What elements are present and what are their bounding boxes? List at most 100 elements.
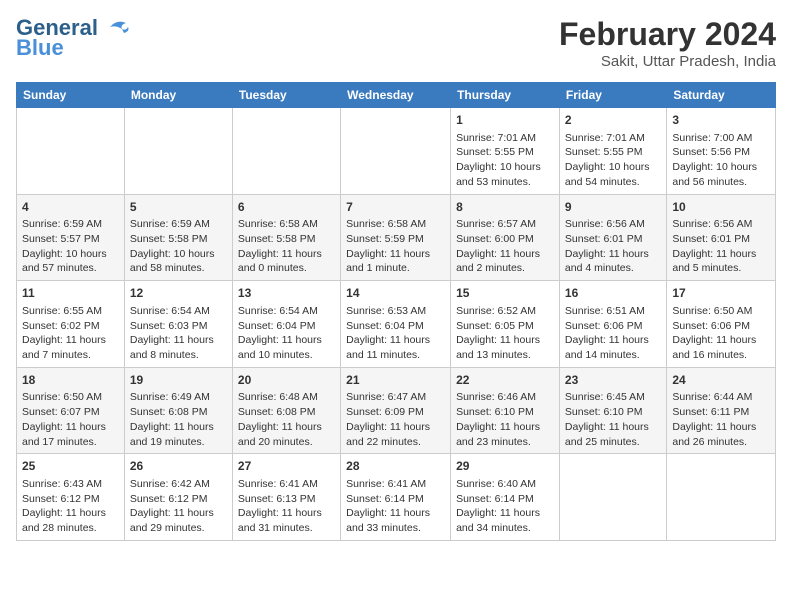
weekday-header-monday: Monday <box>124 83 232 108</box>
calendar-cell: 4Sunrise: 6:59 AMSunset: 5:57 PMDaylight… <box>17 194 125 281</box>
weekday-header-friday: Friday <box>559 83 666 108</box>
day-number: 4 <box>22 199 119 216</box>
weekday-header-saturday: Saturday <box>667 83 776 108</box>
calendar-cell: 5Sunrise: 6:59 AMSunset: 5:58 PMDaylight… <box>124 194 232 281</box>
calendar-cell: 13 Sunrise: 6:54 AMSunset: 6:04 PMDayligh… <box>232 281 340 368</box>
calendar-cell: 27 Sunrise: 6:41 AMSunset: 6:13 PMDayligh… <box>232 454 340 541</box>
cell-sun-info: Sunrise: 6:42 AMSunset: 6:12 PMDaylight:… <box>130 477 227 536</box>
cell-sun-info: Sunrise: 6:54 AMSunset: 6:03 PMDaylight:… <box>130 304 227 363</box>
cell-sun-info: Sunrise: 6:54 AMSunset: 6:04 PMDaylight:… <box>238 304 335 363</box>
calendar-cell: 24Sunrise: 6:44 AMSunset: 6:11 PMDayligh… <box>667 367 776 454</box>
day-number: 9 <box>565 199 661 216</box>
calendar-week-row: 4Sunrise: 6:59 AMSunset: 5:57 PMDaylight… <box>17 194 776 281</box>
calendar-cell: 17 Sunrise: 6:50 AMSunset: 6:06 PMDayligh… <box>667 281 776 368</box>
calendar-cell: 18Sunrise: 6:50 AMSunset: 6:07 PMDayligh… <box>17 367 125 454</box>
day-number: 20 <box>238 372 335 389</box>
cell-sun-info: Sunrise: 6:50 AMSunset: 6:07 PMDaylight:… <box>22 390 119 449</box>
day-number: 24 <box>672 372 770 389</box>
cell-sun-info: Sunrise: 6:57 AMSunset: 6:00 PMDaylight:… <box>456 217 554 276</box>
weekday-header-wednesday: Wednesday <box>341 83 451 108</box>
page-header: General Blue February 2024 Sakit, Uttar … <box>16 16 776 70</box>
day-number: 19 <box>130 372 227 389</box>
calendar-week-row: 1Sunrise: 7:01 AMSunset: 5:55 PMDaylight… <box>17 108 776 195</box>
calendar-cell: 12Sunrise: 6:54 AMSunset: 6:03 PMDayligh… <box>124 281 232 368</box>
calendar-cell: 21Sunrise: 6:47 AMSunset: 6:09 PMDayligh… <box>341 367 451 454</box>
day-number: 15 <box>456 285 554 302</box>
day-number: 22 <box>456 372 554 389</box>
day-number: 29 <box>456 458 554 475</box>
cell-sun-info: Sunrise: 6:56 AMSunset: 6:01 PMDaylight:… <box>672 217 770 276</box>
calendar-week-row: 25 Sunrise: 6:43 AMSunset: 6:12 PMDayligh… <box>17 454 776 541</box>
calendar-cell: 26 Sunrise: 6:42 AMSunset: 6:12 PMDayligh… <box>124 454 232 541</box>
day-number: 8 <box>456 199 554 216</box>
calendar-cell: 2Sunrise: 7:01 AMSunset: 5:55 PMDaylight… <box>559 108 666 195</box>
cell-sun-info: Sunrise: 6:53 AMSunset: 6:04 PMDaylight:… <box>346 304 445 363</box>
cell-sun-info: Sunrise: 6:46 AMSunset: 6:10 PMDaylight:… <box>456 390 554 449</box>
calendar-cell: 11 Sunrise: 6:55 AMSunset: 6:02 PMDayligh… <box>17 281 125 368</box>
day-number: 25 <box>22 458 119 475</box>
cell-sun-info: Sunrise: 6:47 AMSunset: 6:09 PMDaylight:… <box>346 390 445 449</box>
day-number: 14 <box>346 285 445 302</box>
cell-sun-info: Sunrise: 6:58 AMSunset: 5:58 PMDaylight:… <box>238 217 335 276</box>
day-number: 3 <box>672 112 770 129</box>
calendar-cell <box>559 454 666 541</box>
day-number: 27 <box>238 458 335 475</box>
cell-sun-info: Sunrise: 6:58 AMSunset: 5:59 PMDaylight:… <box>346 217 445 276</box>
day-number: 23 <box>565 372 661 389</box>
title-area: February 2024 Sakit, Uttar Pradesh, Indi… <box>559 16 776 70</box>
day-number: 18 <box>22 372 119 389</box>
month-title: February 2024 <box>559 16 776 53</box>
weekday-header-sunday: Sunday <box>17 83 125 108</box>
calendar-cell: 7Sunrise: 6:58 AMSunset: 5:59 PMDaylight… <box>341 194 451 281</box>
cell-sun-info: Sunrise: 6:43 AMSunset: 6:12 PMDaylight:… <box>22 477 119 536</box>
location-subtitle: Sakit, Uttar Pradesh, India <box>559 53 776 70</box>
day-number: 11 <box>22 285 119 302</box>
day-number: 6 <box>238 199 335 216</box>
cell-sun-info: Sunrise: 6:44 AMSunset: 6:11 PMDaylight:… <box>672 390 770 449</box>
calendar-week-row: 18Sunrise: 6:50 AMSunset: 6:07 PMDayligh… <box>17 367 776 454</box>
calendar-cell: 10Sunrise: 6:56 AMSunset: 6:01 PMDayligh… <box>667 194 776 281</box>
cell-sun-info: Sunrise: 6:40 AMSunset: 6:14 PMDaylight:… <box>456 477 554 536</box>
calendar-cell: 19Sunrise: 6:49 AMSunset: 6:08 PMDayligh… <box>124 367 232 454</box>
calendar-cell <box>341 108 451 195</box>
day-number: 21 <box>346 372 445 389</box>
calendar-cell <box>17 108 125 195</box>
cell-sun-info: Sunrise: 6:51 AMSunset: 6:06 PMDaylight:… <box>565 304 661 363</box>
day-number: 13 <box>238 285 335 302</box>
calendar-cell <box>124 108 232 195</box>
cell-sun-info: Sunrise: 6:59 AMSunset: 5:58 PMDaylight:… <box>130 217 227 276</box>
day-number: 26 <box>130 458 227 475</box>
day-number: 2 <box>565 112 661 129</box>
calendar-cell: 1Sunrise: 7:01 AMSunset: 5:55 PMDaylight… <box>451 108 560 195</box>
cell-sun-info: Sunrise: 6:55 AMSunset: 6:02 PMDaylight:… <box>22 304 119 363</box>
calendar-cell: 15 Sunrise: 6:52 AMSunset: 6:05 PMDayligh… <box>451 281 560 368</box>
day-number: 10 <box>672 199 770 216</box>
cell-sun-info: Sunrise: 7:01 AMSunset: 5:55 PMDaylight:… <box>456 131 554 190</box>
calendar-cell: 8Sunrise: 6:57 AMSunset: 6:00 PMDaylight… <box>451 194 560 281</box>
calendar-cell: 3 Sunrise: 7:00 AMSunset: 5:56 PMDaylight… <box>667 108 776 195</box>
logo-blue: Blue <box>16 36 132 60</box>
cell-sun-info: Sunrise: 7:00 AMSunset: 5:56 PMDaylight:… <box>672 131 770 190</box>
calendar-cell: 22Sunrise: 6:46 AMSunset: 6:10 PMDayligh… <box>451 367 560 454</box>
cell-sun-info: Sunrise: 6:41 AMSunset: 6:13 PMDaylight:… <box>238 477 335 536</box>
cell-sun-info: Sunrise: 6:50 AMSunset: 6:06 PMDaylight:… <box>672 304 770 363</box>
calendar-cell: 23Sunrise: 6:45 AMSunset: 6:10 PMDayligh… <box>559 367 666 454</box>
calendar-cell: 29 Sunrise: 6:40 AMSunset: 6:14 PMDayligh… <box>451 454 560 541</box>
cell-sun-info: Sunrise: 6:48 AMSunset: 6:08 PMDaylight:… <box>238 390 335 449</box>
weekday-header-thursday: Thursday <box>451 83 560 108</box>
day-number: 17 <box>672 285 770 302</box>
cell-sun-info: Sunrise: 6:52 AMSunset: 6:05 PMDaylight:… <box>456 304 554 363</box>
cell-sun-info: Sunrise: 6:41 AMSunset: 6:14 PMDaylight:… <box>346 477 445 536</box>
calendar-cell: 20Sunrise: 6:48 AMSunset: 6:08 PMDayligh… <box>232 367 340 454</box>
calendar-week-row: 11 Sunrise: 6:55 AMSunset: 6:02 PMDayligh… <box>17 281 776 368</box>
calendar-cell: 6Sunrise: 6:58 AMSunset: 5:58 PMDaylight… <box>232 194 340 281</box>
calendar-cell: 16Sunrise: 6:51 AMSunset: 6:06 PMDayligh… <box>559 281 666 368</box>
calendar-cell: 9Sunrise: 6:56 AMSunset: 6:01 PMDaylight… <box>559 194 666 281</box>
cell-sun-info: Sunrise: 6:49 AMSunset: 6:08 PMDaylight:… <box>130 390 227 449</box>
cell-sun-info: Sunrise: 6:56 AMSunset: 6:01 PMDaylight:… <box>565 217 661 276</box>
calendar-cell <box>232 108 340 195</box>
calendar-cell <box>667 454 776 541</box>
calendar-cell: 28Sunrise: 6:41 AMSunset: 6:14 PMDayligh… <box>341 454 451 541</box>
weekday-header-row: SundayMondayTuesdayWednesdayThursdayFrid… <box>17 83 776 108</box>
cell-sun-info: Sunrise: 6:59 AMSunset: 5:57 PMDaylight:… <box>22 217 119 276</box>
